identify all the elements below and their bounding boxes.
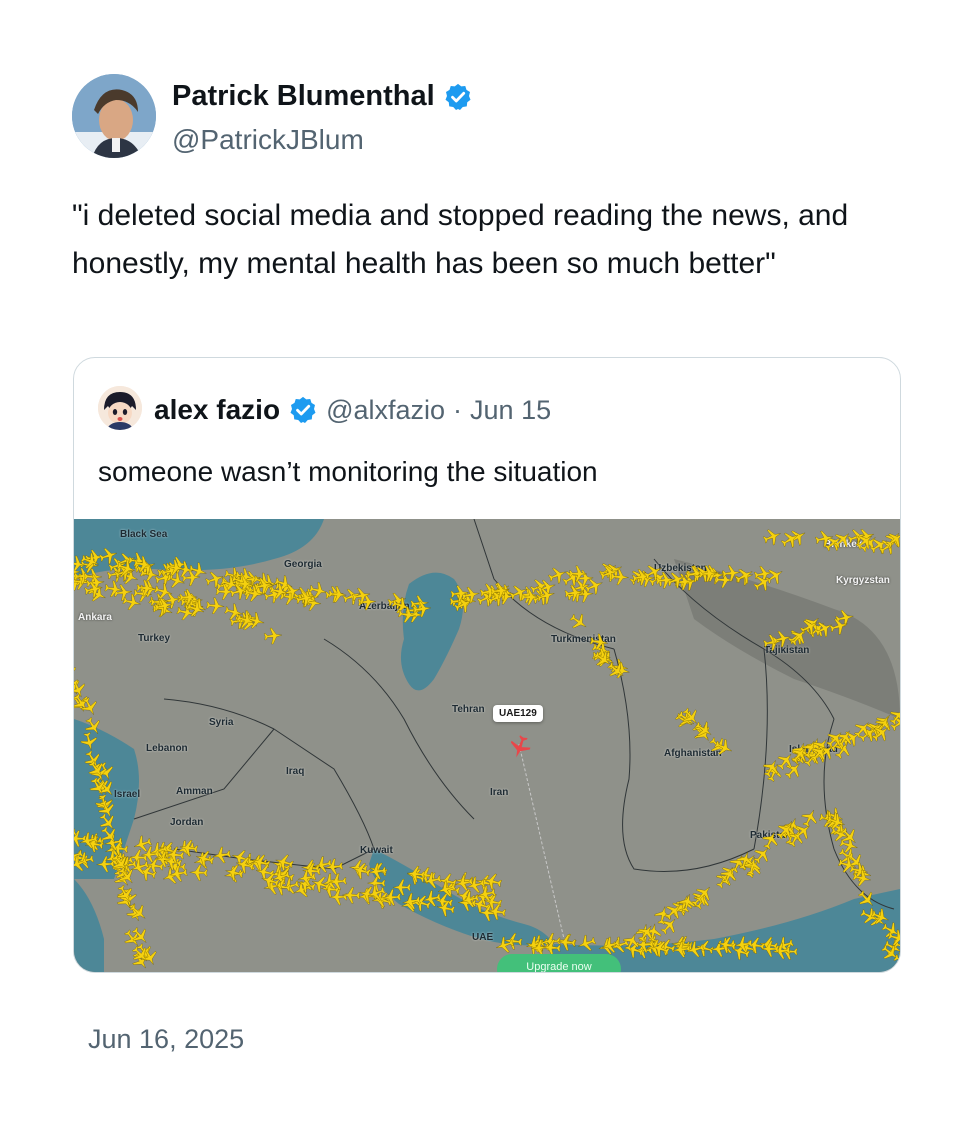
tweet-card: Patrick Blumenthal @PatrickJBlum "i dele…	[0, 0, 970, 1134]
aircraft-icon	[104, 580, 123, 597]
aircraft-icon	[765, 569, 783, 585]
aircraft-icon	[858, 890, 873, 906]
aircraft-icon	[349, 859, 368, 877]
quoted-author-handle[interactable]: @alxfazio	[326, 395, 445, 426]
aircraft-icon	[763, 634, 782, 651]
quoted-text: someone wasn’t monitoring the situation	[98, 456, 598, 487]
aircraft-icon	[329, 888, 348, 906]
aircraft-icon	[263, 627, 283, 645]
verified-badge-icon	[443, 82, 473, 112]
aircraft-icon	[342, 887, 361, 904]
author-handle[interactable]: @PatrickJBlum	[172, 124, 364, 156]
quoted-tweet[interactable]: alex fazio @alxfazio · Jun 15 someone wa…	[73, 357, 901, 973]
aircraft-icon	[132, 951, 147, 969]
tweet-text: "i deleted social media and stopped read…	[72, 199, 849, 280]
aircraft-icon	[557, 934, 576, 951]
aircraft-icon	[461, 891, 480, 908]
aircraft-icon	[801, 809, 817, 828]
quoted-author-avatar[interactable]	[98, 386, 142, 430]
aircraft-icon	[98, 799, 114, 818]
aircraft-icon	[74, 662, 76, 681]
aircraft-layer	[74, 529, 900, 969]
quoted-date[interactable]: Jun 15	[470, 395, 551, 426]
upgrade-button-label: Upgrade now	[526, 961, 592, 972]
aircraft-icon	[328, 586, 347, 603]
upgrade-button[interactable]: Upgrade now	[497, 954, 621, 972]
aircraft-icon	[382, 889, 401, 906]
aircraft-icon	[80, 731, 97, 751]
tweet-timestamp[interactable]: Jun 16, 2025	[88, 1024, 244, 1055]
aircraft-icon	[212, 846, 232, 864]
aircraft-icon	[196, 850, 215, 868]
aircraft-icon	[74, 830, 87, 847]
aircraft-icon	[569, 613, 587, 629]
aircraft-icon	[352, 863, 371, 880]
aircraft-icon	[324, 858, 344, 875]
author-avatar[interactable]	[72, 74, 156, 158]
aircraft-icon	[762, 832, 778, 850]
author-name-text: Patrick Blumenthal	[172, 80, 435, 112]
quoted-header: alex fazio @alxfazio · Jun 15	[154, 390, 551, 430]
aircraft-icon	[762, 529, 781, 546]
author-name[interactable]: Patrick Blumenthal	[172, 80, 473, 113]
aircraft-icon	[131, 927, 147, 943]
flight-map-image[interactable]: Black Sea Georgia Azerbaijan Ankara Turk…	[74, 519, 900, 972]
aircraft-icon	[578, 934, 597, 951]
highlighted-plane-icon[interactable]	[507, 734, 533, 760]
quoted-author-name[interactable]: alex fazio	[154, 394, 280, 426]
aircraft-icon	[526, 936, 545, 953]
flight-tag[interactable]: UAE129	[493, 705, 543, 722]
separator-dot: ·	[453, 394, 463, 425]
aircraft-icon	[392, 879, 411, 896]
verified-badge-icon	[288, 395, 318, 425]
